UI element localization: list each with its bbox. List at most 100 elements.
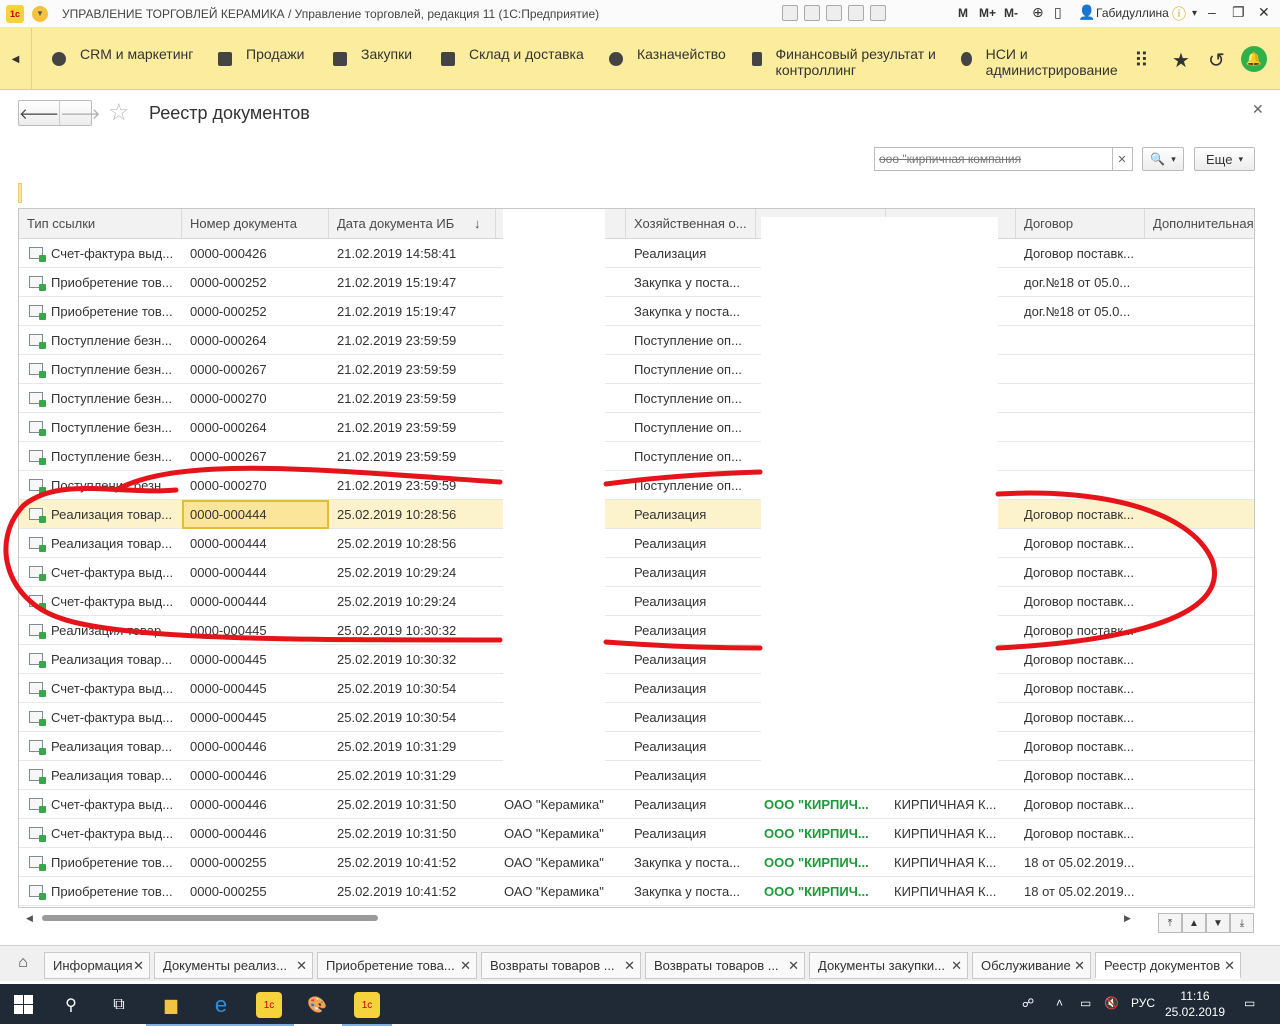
table-cell-num[interactable]: 0000-000445 (182, 616, 329, 645)
search-icon[interactable]: ⚲ (58, 992, 84, 1018)
table-cell-type[interactable]: Поступление безн... (19, 384, 182, 413)
1c-app-icon[interactable]: 1c (244, 992, 294, 1026)
table-cell-type[interactable]: Счет-фактура выд... (19, 239, 182, 268)
scroll-bottom-button[interactable]: ⤓ (1230, 913, 1254, 933)
table-cell-op[interactable]: Закупка у поста... (626, 297, 756, 326)
table-cell-date[interactable]: 21.02.2019 15:19:47 (329, 297, 496, 326)
language-indicator[interactable]: РУС (1131, 996, 1155, 1010)
table-cell-num[interactable]: 0000-000445 (182, 674, 329, 703)
table-cell-contract[interactable]: дог.№18 от 05.0... (1016, 268, 1145, 297)
table-cell-date[interactable]: 21.02.2019 23:59:59 (329, 471, 496, 500)
table-cell-contract[interactable] (1016, 413, 1145, 442)
table-cell-num[interactable]: 0000-000255 (182, 848, 329, 877)
window-tab[interactable]: Возвраты товаров ... ✕ (481, 952, 641, 979)
table-cell-contract[interactable] (1016, 326, 1145, 355)
table-cell-type[interactable]: Поступление безн... (19, 442, 182, 471)
column-header[interactable]: Договор (1016, 209, 1145, 239)
table-row[interactable]: Поступление безн... 0000-000264 21.02.2019… (19, 326, 1254, 355)
table-cell-org[interactable]: ОАО "Керамика" (496, 790, 626, 819)
table-cell-op[interactable]: Закупка у поста... (626, 848, 756, 877)
forward-button[interactable]: 🡒 (60, 101, 100, 125)
memory-button[interactable]: M (958, 6, 968, 20)
table-cell-type[interactable]: Поступление безн... (19, 355, 182, 384)
table-cell-num[interactable]: 0000-000444 (182, 587, 329, 616)
table-cell-partner[interactable]: ООО "КИРПИЧ... (756, 848, 886, 877)
table-cell-num[interactable]: 0000-000444 (182, 529, 329, 558)
table-cell-date[interactable]: 21.02.2019 15:19:47 (329, 268, 496, 297)
table-cell-date[interactable]: 25.02.2019 10:28:56 (329, 500, 496, 529)
menu-purchases[interactable]: Закупки (333, 46, 412, 66)
table-cell-contract[interactable]: Договор поставк... (1016, 529, 1145, 558)
documents-table[interactable]: Тип ссылки Номер документа Дата документ… (18, 208, 1255, 908)
table-cell-contract[interactable]: Договор поставк... (1016, 558, 1145, 587)
table-cell-num[interactable]: 0000-000267 (182, 442, 329, 471)
table-cell-date[interactable]: 25.02.2019 10:31:29 (329, 761, 496, 790)
table-row[interactable]: Поступление безн... 0000-000270 21.02.2019… (19, 471, 1254, 500)
memory-plus-button[interactable]: M+ (979, 6, 996, 20)
table-cell-date[interactable]: 25.02.2019 10:30:32 (329, 616, 496, 645)
table-row[interactable]: Реализация товар... 0000-000444 25.02.2019… (19, 500, 1254, 529)
window-tab[interactable]: Приобретение това... ✕ (317, 952, 477, 979)
zoom-icon[interactable]: ⊕ (1032, 4, 1044, 21)
network-icon[interactable]: ▭ (1080, 996, 1091, 1010)
table-row[interactable]: Счет-фактура выд... 0000-000446 25.02.2019… (19, 819, 1254, 848)
user-icon[interactable]: 👤 (1078, 4, 1095, 21)
scroll-left-icon[interactable]: ◀ (26, 913, 33, 924)
menu-warehouse[interactable]: Склад и доставка (441, 46, 584, 66)
table-cell-date[interactable]: 25.02.2019 10:29:24 (329, 587, 496, 616)
table-cell-type[interactable]: Реализация товар... (19, 645, 182, 674)
close-tab-icon[interactable]: ✕ (788, 953, 799, 978)
table-cell-contract[interactable]: Договор поставк... (1016, 645, 1145, 674)
minimize-button[interactable]: – (1208, 4, 1216, 20)
table-cell-org[interactable]: ОАО "Керамика" (496, 819, 626, 848)
people-icon[interactable]: ☍ (1022, 996, 1034, 1010)
table-cell-op[interactable]: Реализация (626, 500, 756, 529)
table-cell-num[interactable]: 0000-000444 (182, 558, 329, 587)
table-cell-op[interactable]: Закупка у поста... (626, 268, 756, 297)
scroll-down-button[interactable]: ▼ (1206, 913, 1230, 933)
table-cell-contract[interactable]: 18 от 05.02.2019... (1016, 877, 1145, 906)
task-view-icon[interactable]: ⧉ (106, 992, 132, 1018)
table-row[interactable]: Реализация товар... 0000-000444 25.02.2019… (19, 529, 1254, 558)
table-row[interactable]: Поступление безн... 0000-000270 21.02.2019… (19, 384, 1254, 413)
table-cell-date[interactable]: 21.02.2019 23:59:59 (329, 442, 496, 471)
horizontal-scrollbar[interactable]: ◀ ▶ (18, 910, 1138, 926)
table-cell-num[interactable]: 0000-000264 (182, 413, 329, 442)
back-button[interactable]: 🡐 (19, 101, 61, 125)
favorite-star-icon[interactable]: ☆ (108, 98, 130, 127)
table-cell-contract[interactable] (1016, 442, 1145, 471)
close-tab-icon[interactable]: ✕ (1224, 953, 1235, 977)
scroll-top-button[interactable]: ⤒ (1158, 913, 1182, 933)
table-cell-partner[interactable]: ООО "КИРПИЧ... (756, 790, 886, 819)
table-cell-contract[interactable]: Договор поставк... (1016, 732, 1145, 761)
notifications-icon[interactable]: ▭ (1244, 996, 1255, 1010)
table-cell-contract[interactable]: Договор поставк... (1016, 819, 1145, 848)
table-row[interactable]: Счет-фактура выд... 0000-000445 25.02.2019… (19, 674, 1254, 703)
chevron-down-icon[interactable]: ▾ (1192, 8, 1197, 19)
preview-icon[interactable] (826, 5, 842, 21)
memory-minus-button[interactable]: M- (1004, 6, 1018, 20)
table-cell-date[interactable]: 25.02.2019 10:30:54 (329, 703, 496, 732)
window-tab[interactable]: Реестр документов ✕ (1095, 952, 1241, 979)
table-row[interactable]: Приобретение тов... 0000-000255 25.02.2019… (19, 848, 1254, 877)
table-cell-contract[interactable]: 18 от 05.02.2019... (1016, 848, 1145, 877)
table-cell-counter[interactable]: КИРПИЧНАЯ К... (886, 790, 1016, 819)
close-tab-icon[interactable]: ✕ (951, 953, 962, 978)
volume-muted-icon[interactable]: 🔇 (1104, 996, 1119, 1010)
table-cell-contract[interactable]: дог.№18 от 05.0... (1016, 297, 1145, 326)
table-cell-op[interactable]: Реализация (626, 239, 756, 268)
table-cell-num[interactable]: 0000-000270 (182, 471, 329, 500)
windows-start-icon[interactable] (14, 995, 34, 1015)
table-cell-num[interactable]: 0000-000446 (182, 732, 329, 761)
info-icon[interactable]: ⓘ (1172, 4, 1186, 24)
table-cell-contract[interactable]: Договор поставк... (1016, 500, 1145, 529)
table-cell-type[interactable]: Приобретение тов... (19, 297, 182, 326)
table-cell-op[interactable]: Поступление оп... (626, 384, 756, 413)
table-cell-op[interactable]: Реализация (626, 587, 756, 616)
table-row[interactable]: Реализация товар... 0000-000445 25.02.2019… (19, 645, 1254, 674)
scroll-right-icon[interactable]: ▶ (1124, 913, 1131, 924)
table-cell-date[interactable]: 25.02.2019 10:41:52 (329, 877, 496, 906)
table-cell-date[interactable]: 25.02.2019 10:29:24 (329, 558, 496, 587)
link-icon[interactable] (848, 5, 864, 21)
scroll-up-button[interactable]: ▲ (1182, 913, 1206, 933)
